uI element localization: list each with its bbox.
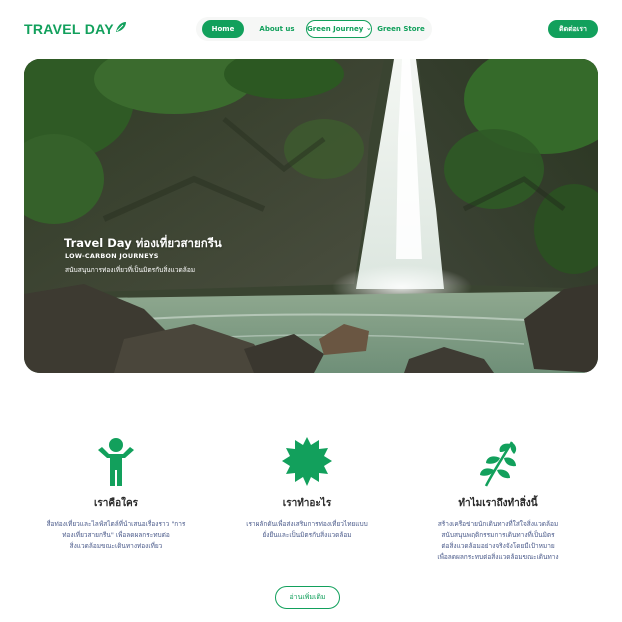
hero-waterfall-image	[24, 59, 598, 373]
feature-title: เราทำอะไร	[282, 498, 332, 509]
plant-icon	[480, 441, 517, 487]
hero-subtitle: LOW-CARBON JOURNEYS	[65, 252, 159, 260]
nav-home[interactable]: Home	[202, 20, 244, 38]
brand-logo[interactable]: TRAVEL DAY	[24, 20, 127, 38]
brand-logo-text: TRAVEL DAY	[24, 21, 114, 37]
feature-what-we-do: เราทำอะไร เราผลักดันเพื่อส่งเสริมการท่อง…	[217, 436, 397, 541]
feature-title: ทำไมเราถึงทำสิ่งนี้	[458, 498, 538, 509]
feature-text-line: ท่องเที่ยวสายกรีน" เพื่อลดผลกระทบต่อ	[62, 531, 170, 539]
feature-text: เราผลักดันเพื่อส่งเสริมการท่องเที่ยวไทยแ…	[217, 519, 397, 541]
nav-green-journey-label: Green Journey	[307, 25, 364, 33]
hero-title: Travel Day ท่องเที่ยวสายกรีน	[64, 236, 222, 250]
feature-why-we-do-it: ทำไมเราถึงทำสิ่งนี้ สร้างเครือข่ายนักเดิ…	[408, 436, 588, 563]
hero-banner: Travel Day ท่องเที่ยวสายกรีน LOW-CARBON …	[24, 59, 598, 373]
nav-green-store[interactable]: Green Store	[376, 19, 426, 39]
feature-text-line: สร้างเครือข่ายนักเดินทางที่ใส่ใจสิ่งแวดล…	[437, 520, 559, 528]
nav-about-us[interactable]: About us	[254, 19, 300, 39]
feature-text: สร้างเครือข่ายนักเดินทางที่ใส่ใจสิ่งแวดล…	[408, 519, 588, 563]
feature-text-line: สิ่งแวดล้อมขณะเดินทางท่องเที่ยว	[69, 542, 163, 550]
feature-text-line: สนับสนุนพฤติกรรมการเดินทางที่เป็นมิตร	[441, 531, 555, 539]
person-icon	[98, 438, 134, 486]
chevron-down-icon	[367, 28, 371, 31]
feature-text: สื่อท่องเที่ยวและไลฟ์สไตล์ที่นำเสนอเรื่อ…	[26, 519, 206, 552]
feature-who-we-are: เราคือใคร สื่อท่องเที่ยวและไลฟ์สไตล์ที่น…	[26, 436, 206, 552]
contact-us-button[interactable]: ติดต่อเรา	[548, 20, 598, 38]
feature-text-line: เราผลักดันเพื่อส่งเสริมการท่องเที่ยวไทยแ…	[246, 520, 368, 528]
feature-text-line: สื่อท่องเที่ยวและไลฟ์สไตล์ที่นำเสนอเรื่อ…	[46, 520, 186, 528]
read-more-button[interactable]: อ่านเพิ่มเติม	[275, 586, 340, 609]
feature-text-line: ยั่งยืนและเป็นมิตรกับสิ่งแวดล้อม	[262, 531, 352, 539]
badge-icon	[282, 437, 332, 486]
main-nav: Home About us Green Journey Green Store	[196, 17, 432, 41]
hero-description: สนับสนุนการท่องเที่ยวที่เป็นมิตรกับสิ่งแ…	[65, 266, 196, 274]
nav-green-journey-dropdown[interactable]: Green Journey	[306, 20, 372, 38]
feature-text-line: ต่อสิ่งแวดล้อมอย่างจริงจังโดยมีเป้าหมาย	[441, 542, 555, 550]
feature-text-line: เพื่อลดผลกระทบต่อสิ่งแวดล้อมขณะเดินทาง	[437, 553, 559, 561]
leaf-icon	[115, 22, 126, 32]
feature-title: เราคือใคร	[93, 498, 139, 509]
top-navigation-bar: TRAVEL DAY Home About us Green Journey G…	[0, 0, 622, 58]
